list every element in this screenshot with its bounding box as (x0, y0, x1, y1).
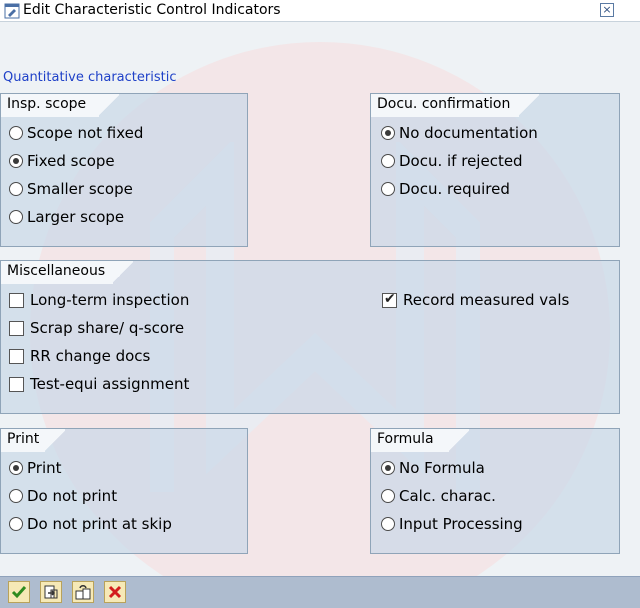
formula-group: Formula No Formula Calc. charac. Input P… (370, 428, 620, 554)
radio-calc-charac[interactable]: Calc. charac. (381, 487, 496, 505)
radio-label: No Formula (399, 459, 485, 477)
radio-label: Scope not fixed (27, 124, 144, 142)
window-title: Edit Characteristic Control Indicators (23, 2, 281, 18)
copy-arrow-icon (75, 585, 91, 600)
radio-label: Docu. if rejected (399, 152, 523, 170)
radio-scope-not-fixed[interactable]: Scope not fixed (9, 124, 143, 142)
insp-scope-title: Insp. scope (1, 94, 119, 117)
radio-label: Fixed scope (27, 152, 115, 170)
checkbox-label: Scrap share/ q-score (30, 319, 185, 337)
red-x-icon (108, 585, 122, 599)
dialog-body: Quantitative characteristic Insp. scope … (0, 22, 640, 576)
radio-icon[interactable] (9, 126, 23, 140)
radio-label: Do not print at skip (27, 515, 172, 533)
radio-no-documentation[interactable]: No documentation (381, 124, 538, 142)
next-button[interactable] (72, 581, 94, 603)
checkbox-icon[interactable] (9, 376, 24, 392)
radio-label: Calc. charac. (399, 487, 496, 505)
checkbox-label: Test-equi assignment (30, 375, 190, 393)
radio-do-not-print-at-skip[interactable]: Do not print at skip (9, 515, 172, 533)
radio-input-processing[interactable]: Input Processing (381, 515, 523, 533)
docu-confirmation-group: Docu. confirmation No documentation Docu… (370, 93, 620, 247)
print-title: Print (1, 429, 65, 452)
radio-smaller-scope[interactable]: Smaller scope (9, 180, 133, 198)
radio-icon[interactable] (9, 210, 23, 224)
checkbox-icon[interactable] (9, 348, 24, 364)
checkbox-scrap-share[interactable]: Scrap share/ q-score (9, 319, 184, 337)
radio-label: Print (27, 459, 62, 477)
print-group: Print Print Do not print Do not print at… (0, 428, 248, 554)
radio-label: Smaller scope (27, 180, 133, 198)
docu-confirmation-title: Docu. confirmation (371, 94, 539, 117)
insp-scope-group: Insp. scope Scope not fixed Fixed scope … (0, 93, 248, 247)
checkbox-checked-icon[interactable] (382, 291, 397, 308)
radio-fixed-scope[interactable]: Fixed scope (9, 152, 115, 170)
radio-do-not-print[interactable]: Do not print (9, 487, 117, 505)
checkbox-rr-change-docs[interactable]: RR change docs (9, 347, 150, 365)
cancel-button[interactable] (104, 581, 126, 603)
radio-selected-icon[interactable] (381, 461, 395, 475)
radio-no-formula[interactable]: No Formula (381, 459, 485, 477)
checkbox-icon[interactable] (9, 292, 24, 308)
radio-selected-icon[interactable] (9, 154, 23, 168)
radio-icon[interactable] (381, 182, 395, 196)
radio-icon[interactable] (9, 489, 23, 503)
previous-button[interactable] (40, 581, 62, 603)
checkbox-test-equi-assignment[interactable]: Test-equi assignment (9, 375, 189, 393)
miscellaneous-title: Miscellaneous (1, 261, 133, 284)
checkbox-long-term-inspection[interactable]: Long-term inspection (9, 291, 189, 309)
radio-label: No documentation (399, 124, 538, 142)
section-title: Quantitative characteristic (3, 70, 177, 85)
close-button[interactable]: × (600, 3, 614, 17)
radio-icon[interactable] (381, 489, 395, 503)
radio-icon[interactable] (381, 517, 395, 531)
formula-title: Formula (371, 429, 469, 452)
checkbox-icon[interactable] (9, 320, 24, 336)
confirm-button[interactable] (8, 581, 30, 603)
radio-icon[interactable] (381, 154, 395, 168)
radio-selected-icon[interactable] (9, 461, 23, 475)
checkbox-label: RR change docs (30, 347, 151, 365)
checkbox-record-measured-vals[interactable]: Record measured vals (382, 291, 569, 309)
document-arrow-icon (44, 585, 58, 599)
radio-label: Do not print (27, 487, 118, 505)
radio-docu-if-rejected[interactable]: Docu. if rejected (381, 152, 523, 170)
radio-docu-required[interactable]: Docu. required (381, 180, 510, 198)
bottom-toolbar (0, 576, 640, 608)
radio-larger-scope[interactable]: Larger scope (9, 208, 124, 226)
title-bar: Edit Characteristic Control Indicators × (0, 0, 640, 22)
checkmark-icon (11, 586, 27, 599)
checkbox-label: Record measured vals (403, 291, 570, 309)
radio-icon[interactable] (9, 517, 23, 531)
checkbox-label: Long-term inspection (30, 291, 190, 309)
radio-selected-icon[interactable] (381, 126, 395, 140)
radio-label: Docu. required (399, 180, 510, 198)
radio-icon[interactable] (9, 182, 23, 196)
radio-label: Input Processing (399, 515, 523, 533)
miscellaneous-group: Miscellaneous Long-term inspection Scrap… (0, 260, 620, 414)
radio-print[interactable]: Print (9, 459, 62, 477)
radio-label: Larger scope (27, 208, 125, 226)
window-edit-icon (4, 3, 20, 19)
